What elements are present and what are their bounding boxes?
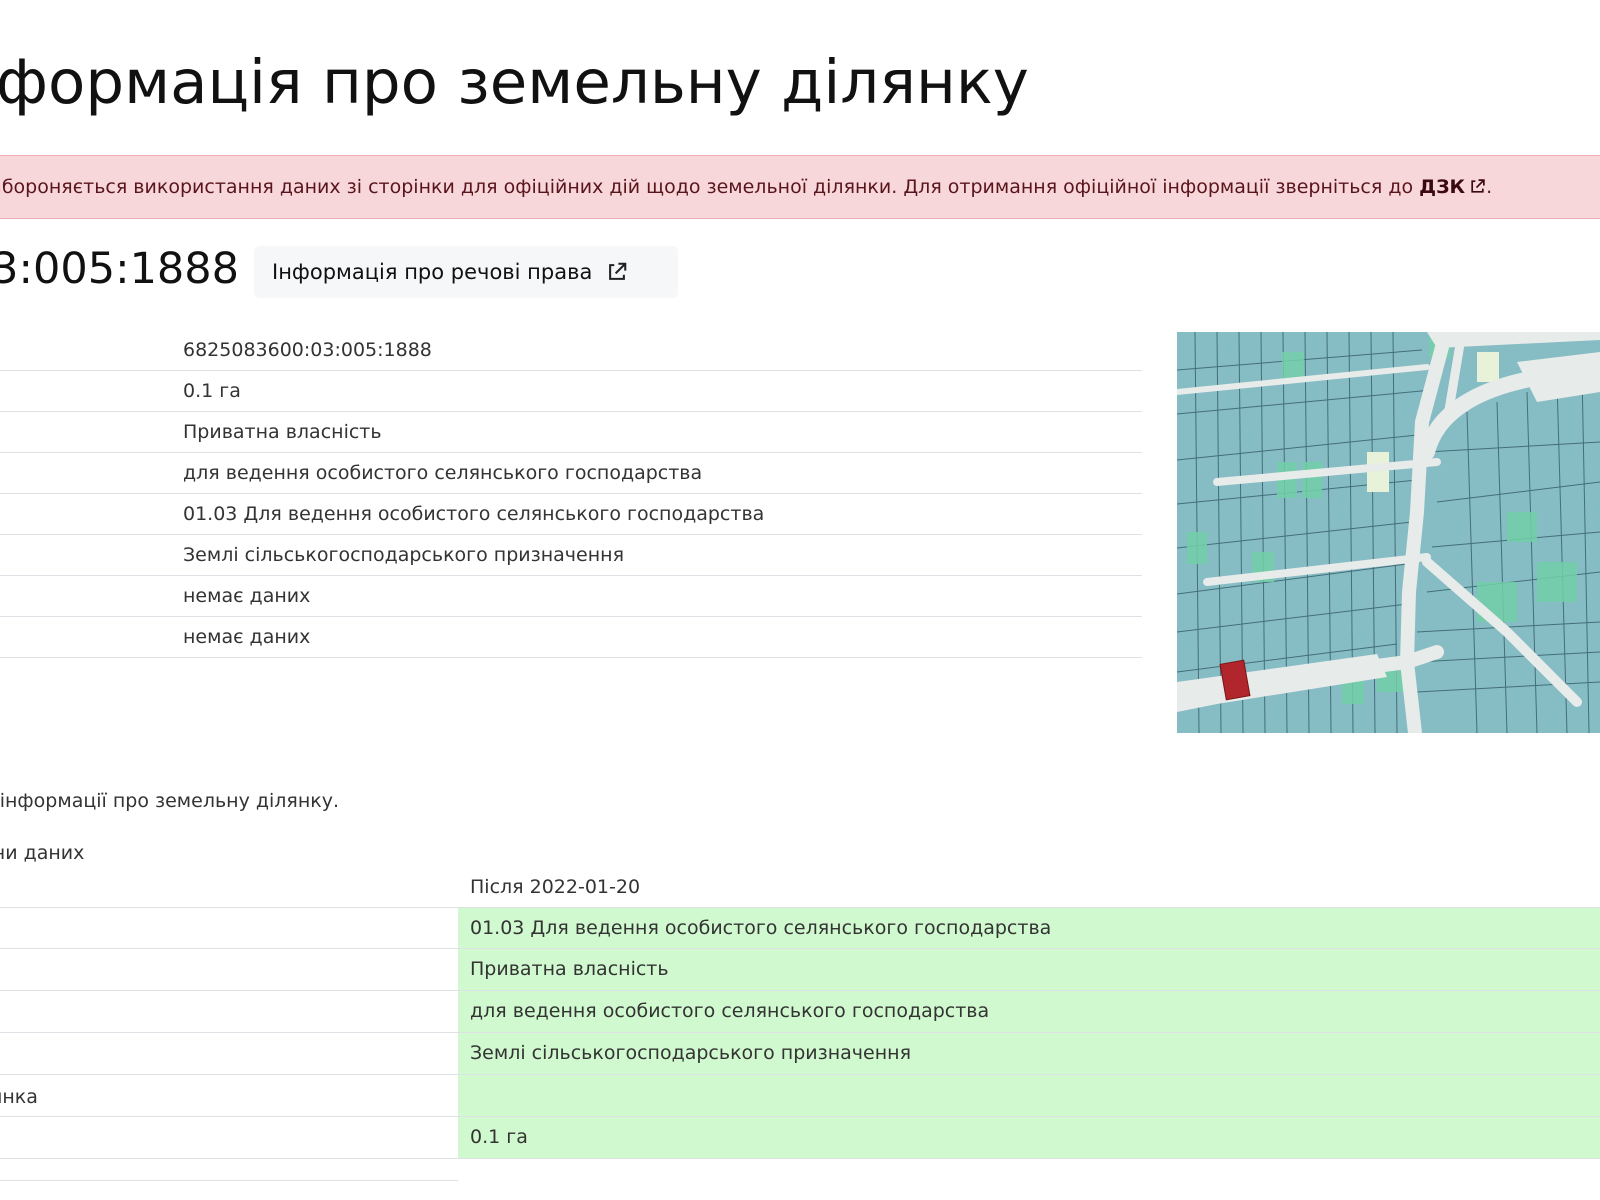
- history-value: Приватна власність: [470, 958, 669, 980]
- info-value: немає даних: [183, 585, 311, 607]
- parcel-map[interactable]: [1177, 332, 1600, 733]
- history-value: для ведення особистого селянського госпо…: [470, 1000, 990, 1022]
- history-column-after: Після 2022-01-20: [470, 876, 641, 898]
- history-value: 0.1 га: [470, 1126, 528, 1148]
- info-value: для ведення особистого селянського госпо…: [183, 462, 703, 484]
- history-value-cell: Приватна власність: [458, 949, 1600, 990]
- history-note-container: Історія змін інформації про земельну діл…: [0, 790, 400, 820]
- history-subtitle: Зміни даних: [0, 842, 85, 864]
- history-label-cell: Земельна ділянка: [0, 1075, 458, 1116]
- page-title-container: Інформація про земельну ділянку: [0, 0, 1600, 140]
- cadastral-map-image: [1177, 332, 1600, 733]
- table-row: 01.03 Для ведення особистого селянського…: [0, 907, 1600, 949]
- table-row: для ведення особистого селянського госпо…: [0, 991, 1600, 1033]
- info-row: 6825083600:03:005:1888: [0, 330, 1142, 371]
- info-row: 0.1 га: [0, 371, 1142, 412]
- table-row: Земельна ділянка: [0, 1075, 1600, 1117]
- history-label-cell: [0, 1033, 458, 1074]
- info-value: 6825083600:03:005:1888: [183, 339, 432, 361]
- history-subtitle-container: Зміни даних: [0, 842, 200, 872]
- history-table: 01.03 Для ведення особистого селянського…: [0, 907, 1600, 1159]
- history-value-cell: Землі сільськогосподарського призначення: [458, 1033, 1600, 1074]
- cadastral-heading-container: 6825083600:03:005:1888: [0, 240, 250, 300]
- info-row: Землі сільськогосподарського призначення: [0, 535, 1142, 576]
- history-label-cell: [0, 949, 458, 990]
- info-row: немає даних: [0, 576, 1142, 617]
- history-value: Землі сільськогосподарського призначення: [470, 1042, 911, 1064]
- cadastral-number-heading: 6825083600:03:005:1888: [0, 244, 239, 294]
- history-value-cell: 0.1 га: [458, 1117, 1600, 1158]
- history-value-cell: для ведення особистого селянського госпо…: [458, 991, 1600, 1032]
- info-value: 01.03 Для ведення особистого селянського…: [183, 503, 765, 525]
- info-row: Приватна власність: [0, 412, 1142, 453]
- alert-message: Забороняється використання даних зі стор…: [0, 176, 1414, 198]
- history-label: Земельна ділянка: [0, 1086, 38, 1108]
- external-link-icon: [609, 262, 627, 280]
- info-value: Приватна власність: [183, 421, 382, 443]
- history-value: 01.03 Для ведення особистого селянського…: [470, 917, 1052, 939]
- history-value-cell: [458, 1075, 1600, 1116]
- parcel-info-table: 6825083600:03:005:1888 0.1 га Приватна в…: [0, 330, 1142, 658]
- external-link-icon: [1471, 179, 1485, 193]
- history-label-cell: [0, 908, 458, 949]
- warning-alert: Забороняється використання даних зі стор…: [0, 155, 1600, 219]
- table-row: Приватна власність: [0, 949, 1600, 991]
- history-label-cell: [0, 1117, 458, 1158]
- property-rights-button[interactable]: Інформація про речові права: [254, 246, 678, 298]
- info-row: немає даних: [0, 617, 1142, 658]
- history-label-cell: [0, 991, 458, 1032]
- info-row: 01.03 Для ведення особистого селянського…: [0, 494, 1142, 535]
- dzk-link[interactable]: ДЗК: [1419, 176, 1486, 198]
- table-divider: [0, 1180, 458, 1181]
- table-row: Землі сільськогосподарського призначення: [0, 1033, 1600, 1075]
- property-rights-label: Інформація про речові права: [272, 260, 593, 284]
- table-row: 0.1 га: [0, 1117, 1600, 1159]
- info-row: для ведення особистого селянського госпо…: [0, 453, 1142, 494]
- alert-text-line: Забороняється використання даних зі стор…: [0, 176, 1492, 198]
- dzk-link-label: ДЗК: [1419, 176, 1466, 198]
- info-value: Землі сільськогосподарського призначення: [183, 544, 624, 566]
- info-value: 0.1 га: [183, 380, 241, 402]
- history-value-cell: 01.03 Для ведення особистого селянського…: [458, 908, 1600, 948]
- page-title: Інформація про земельну ділянку: [0, 47, 1029, 118]
- alert-end: .: [1486, 176, 1493, 198]
- history-note: Історія змін інформації про земельну діл…: [0, 790, 340, 812]
- info-value: немає даних: [183, 626, 311, 648]
